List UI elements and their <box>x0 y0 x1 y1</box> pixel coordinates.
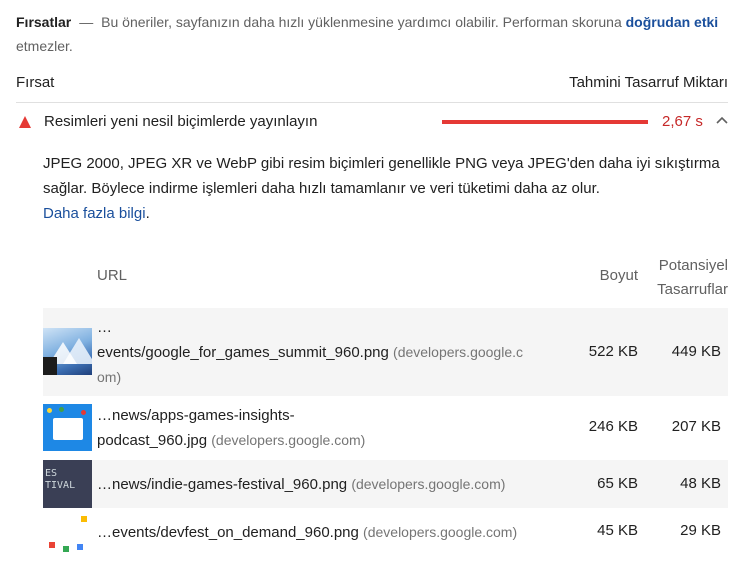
section-description-end: etmezler. <box>16 38 73 54</box>
row-url-domain: (developers.google.com) <box>211 432 366 448</box>
audit-title: Resimleri yeni nesil biçimlerde yayınlay… <box>44 113 318 130</box>
row-url[interactable]: …events/devfest_on_demand_960.png (devel… <box>97 520 517 545</box>
direct-effect-link[interactable]: doğrudan etki <box>626 14 719 30</box>
row-url-domain: (developers.google.c <box>393 344 524 360</box>
audit-description-text: JPEG 2000, JPEG XR ve WebP gibi resim bi… <box>43 155 720 197</box>
learn-more-suffix: . <box>145 205 150 222</box>
savings-bar <box>442 120 648 124</box>
table-header-potential: Potansiyel Tasarruflar <box>640 254 728 302</box>
row-url-path: …news/indie-games-festival_960.png <box>97 476 348 493</box>
image-thumbnail <box>43 328 92 375</box>
image-thumbnail <box>43 512 92 559</box>
chevron-up-icon[interactable] <box>716 115 728 128</box>
row-url-path: …events/devfest_on_demand_960.png <box>97 524 359 541</box>
section-title: Fırsatlar <box>16 14 72 30</box>
row-size: 45 KB <box>597 522 638 539</box>
row-url-path: …news/apps-games-insights- <box>97 407 295 424</box>
estimated-savings-column-label: Tahmini Tasarruf Miktarı <box>569 74 728 91</box>
row-size: 246 KB <box>588 418 638 435</box>
row-potential-savings: 449 KB <box>671 343 721 360</box>
row-url-path: events/google_for_games_summit_960.png <box>97 344 389 361</box>
table-row: … events/google_for_games_summit_960.png… <box>43 308 728 396</box>
row-url[interactable]: … events/google_for_games_summit_960.png… <box>97 316 523 390</box>
row-url-domain: (developers.google.com) <box>351 476 506 492</box>
table-header-size: Boyut <box>599 267 638 284</box>
table-header-potential-line2: Tasarruflar <box>657 281 728 298</box>
row-url-path-cont: podcast_960.jpg <box>97 432 208 449</box>
table-row: …news/apps-games-insights- podcast_960.j… <box>43 397 728 459</box>
opportunity-column-label: Fırsat <box>16 74 55 91</box>
audit-description: JPEG 2000, JPEG XR ve WebP gibi resim bi… <box>43 151 723 226</box>
opportunity-column-headers: Fırsat Tahmini Tasarruf Miktarı <box>16 74 728 94</box>
audit-savings-value: 2,67 s <box>662 113 703 130</box>
section-description: Bu öneriler, sayfanızın daha hızlı yükle… <box>101 14 622 30</box>
learn-more-link[interactable]: Daha fazla bilgi <box>43 205 146 222</box>
warning-triangle-icon <box>19 116 31 128</box>
table-header-url: URL <box>97 267 128 284</box>
image-thumbnail <box>43 404 92 451</box>
audit-next-gen-images[interactable]: Resimleri yeni nesil biçimlerde yayınlay… <box>16 106 728 140</box>
row-url-domain: (developers.google.com) <box>363 524 518 540</box>
divider <box>16 102 728 103</box>
row-url-domain-cont: om) <box>97 369 122 385</box>
row-potential-savings: 48 KB <box>680 475 721 492</box>
row-potential-savings: 207 KB <box>671 418 721 435</box>
row-url[interactable]: …news/indie-games-festival_960.png (deve… <box>97 472 505 497</box>
row-url-ellipsis: … <box>97 319 112 336</box>
row-size: 65 KB <box>597 475 638 492</box>
table-row: …events/devfest_on_demand_960.png (devel… <box>43 510 728 560</box>
opportunities-header: Fırsatlar — Bu öneriler, sayfanızın daha … <box>16 10 728 58</box>
title-dash: — <box>79 14 94 30</box>
image-thumbnail: ES TIVAL <box>43 460 92 508</box>
table-row: ES TIVAL …news/indie-games-festival_960.p… <box>43 460 728 508</box>
row-size: 522 KB <box>588 343 638 360</box>
table-header-potential-line1: Potansiyel <box>658 257 728 274</box>
row-url[interactable]: …news/apps-games-insights- podcast_960.j… <box>97 404 365 453</box>
row-potential-savings: 29 KB <box>680 522 721 539</box>
